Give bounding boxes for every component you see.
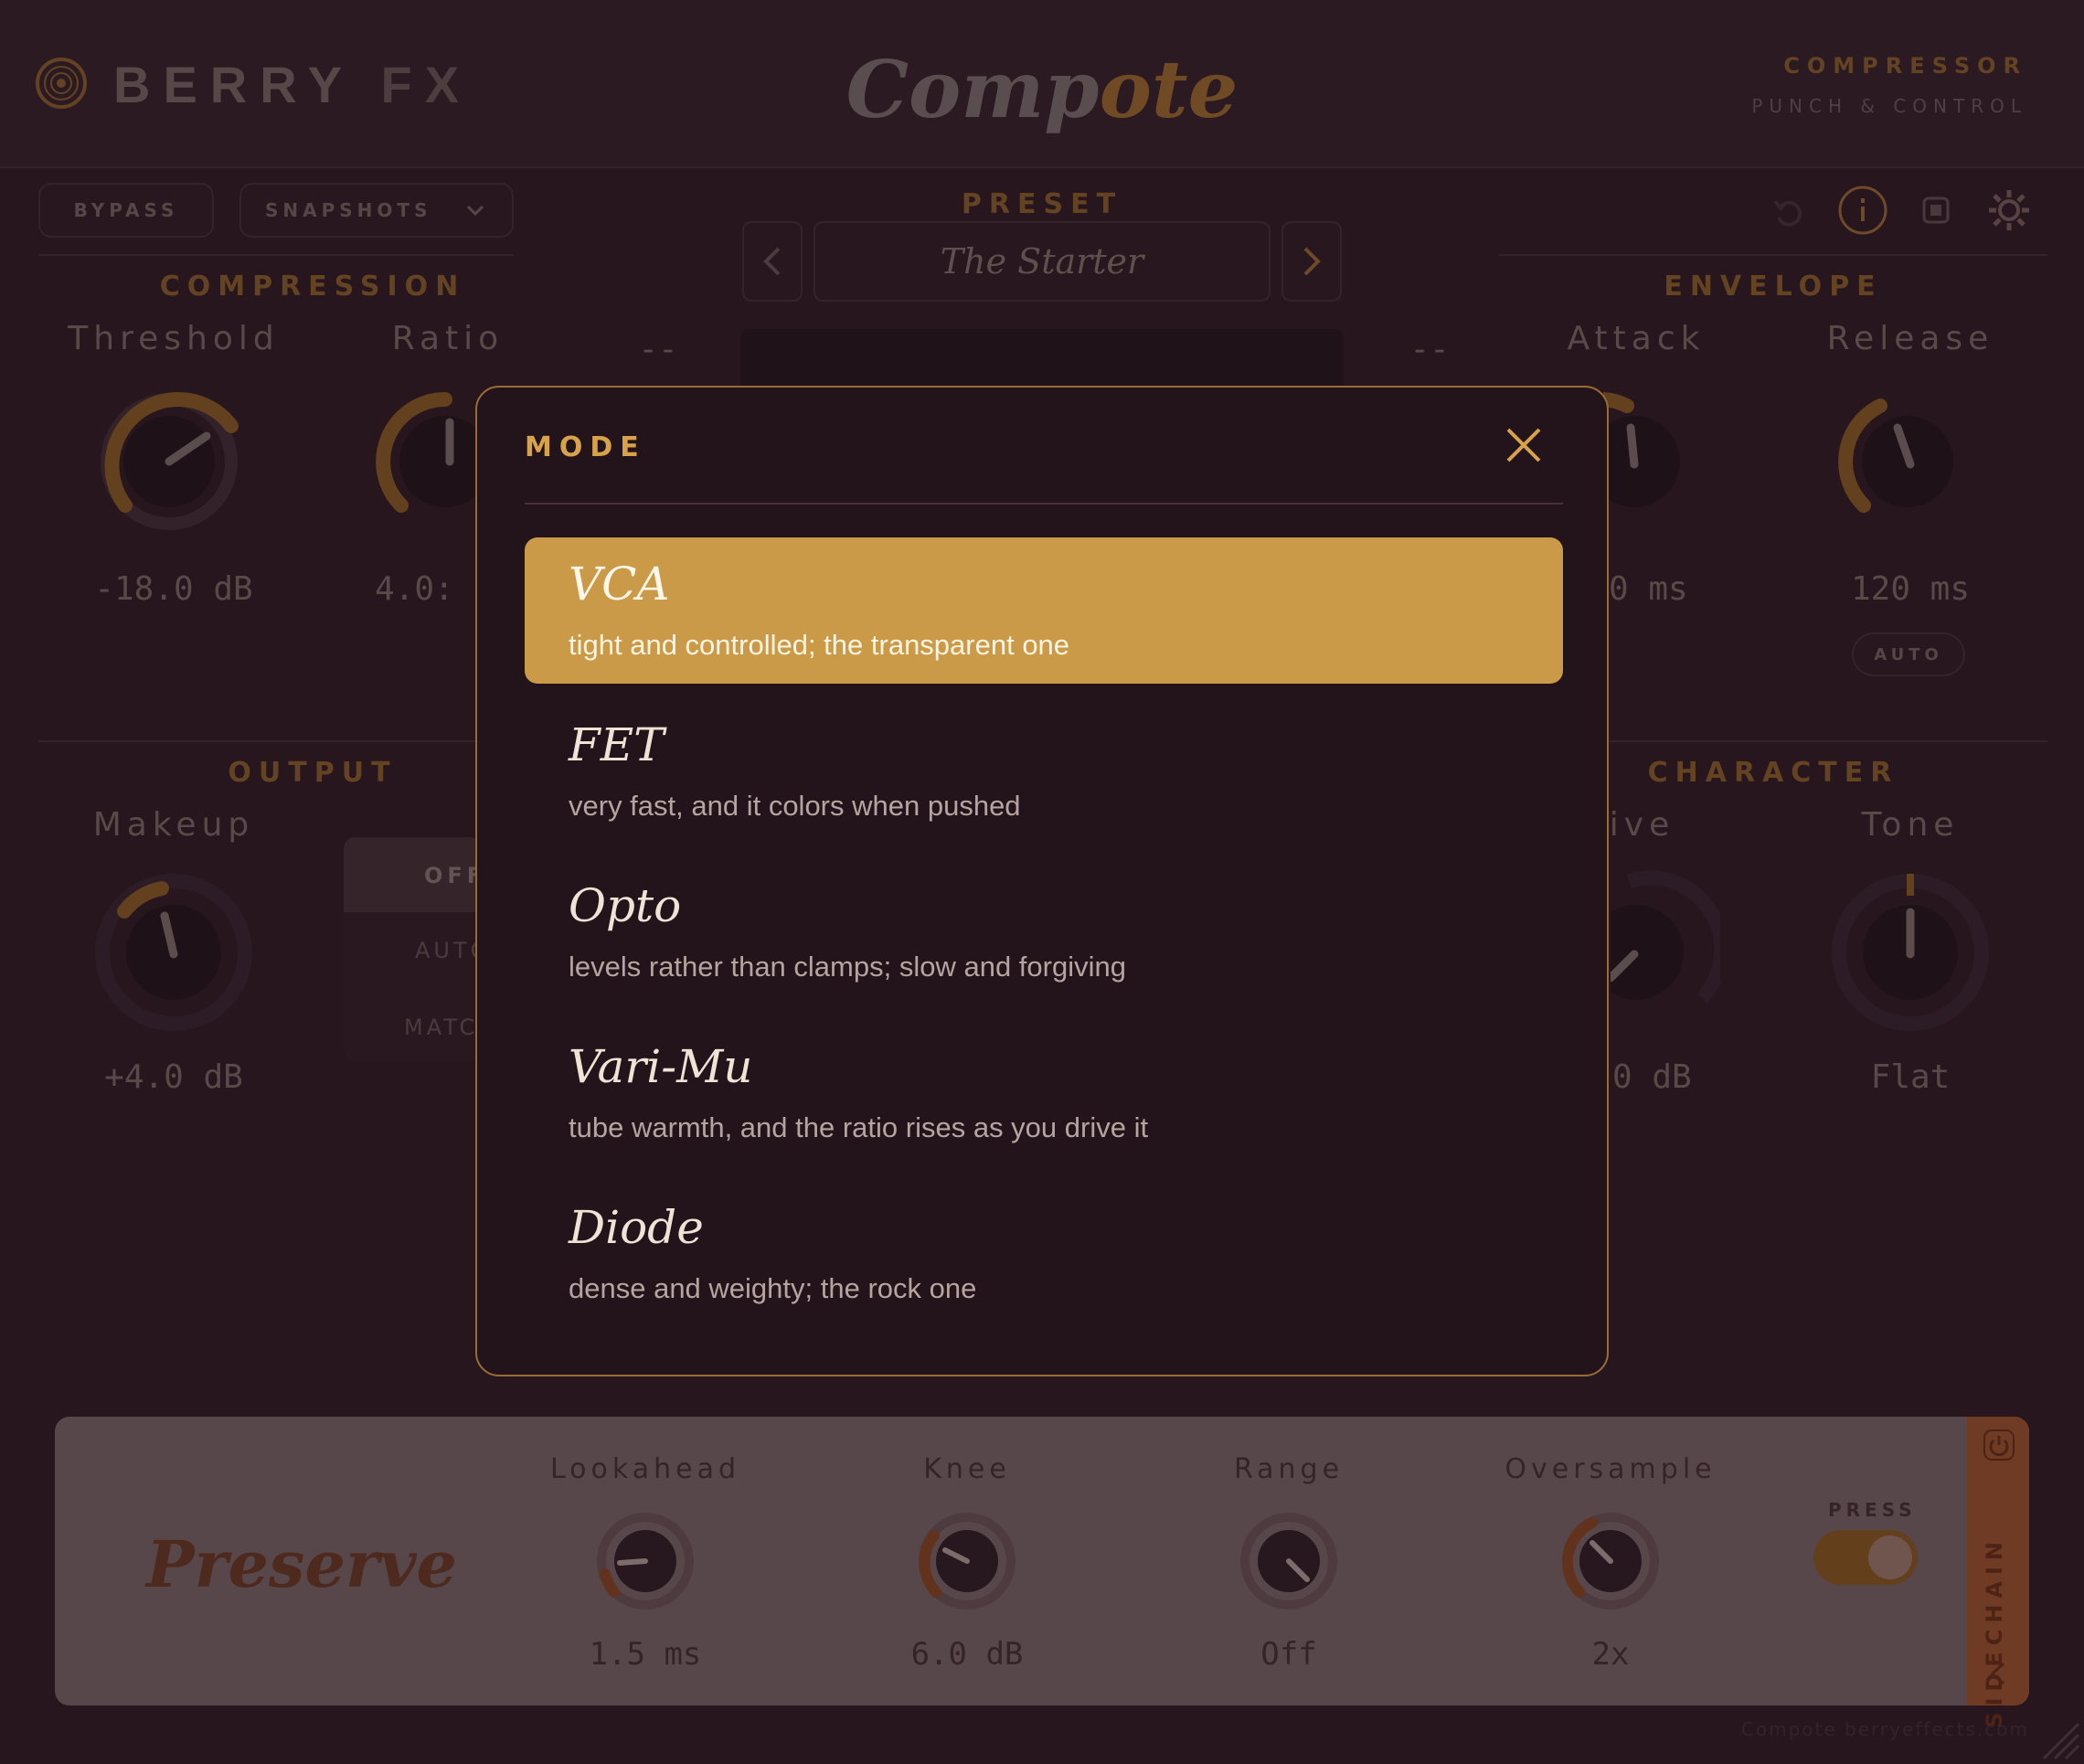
divider xyxy=(525,503,1563,505)
mode-option-opto[interactable]: Opto levels rather than clamps; slow and… xyxy=(525,859,1563,1005)
mode-option-vca[interactable]: VCA tight and controlled; the transparen… xyxy=(525,537,1563,684)
mode-option-name: VCA xyxy=(569,558,670,611)
mode-option-desc: dense and weighty; the rock one xyxy=(569,1272,977,1304)
mode-option-name: Diode xyxy=(569,1201,704,1254)
mode-option-desc: very fast, and it colors when pushed xyxy=(569,790,1021,822)
mode-option-diode[interactable]: Diode dense and weighty; the rock one xyxy=(525,1181,1563,1327)
mode-option-name: Vari-Mu xyxy=(569,1040,753,1093)
mode-option-desc: tube warmth, and the ratio rises as you … xyxy=(569,1111,1149,1143)
mode-option-name: FET xyxy=(569,718,665,771)
mode-option-desc: levels rather than clamps; slow and forg… xyxy=(569,951,1126,983)
mode-option-vari-mu[interactable]: Vari-Mu tube warmth, and the ratio rises… xyxy=(525,1020,1563,1166)
mode-option-name: Opto xyxy=(569,879,682,932)
mode-option-desc: tight and controlled; the transparent on… xyxy=(569,629,1070,661)
close-icon[interactable] xyxy=(1503,424,1545,466)
mode-modal: MODE VCA tight and controlled; the trans… xyxy=(475,386,1609,1376)
mode-option-fet[interactable]: FET very fast, and it colors when pushed xyxy=(525,698,1563,845)
modal-title: MODE xyxy=(525,431,646,463)
